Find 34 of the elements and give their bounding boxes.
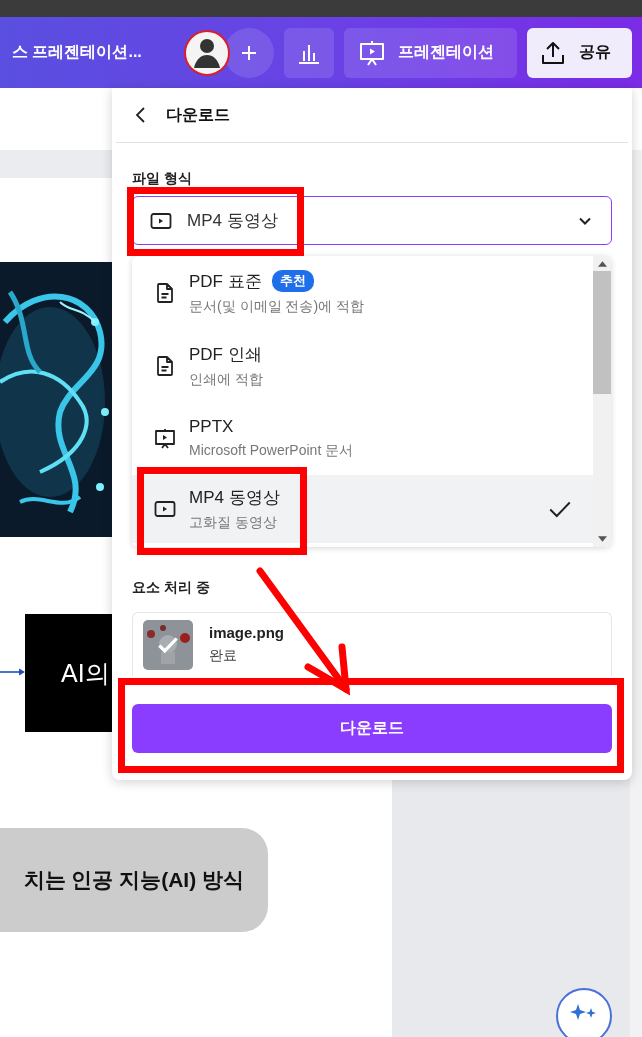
share-button[interactable]: 공유	[527, 27, 632, 78]
format-name: PPTX	[189, 417, 234, 437]
format-description: 문서(및 이메일 전송)에 적합	[189, 297, 365, 316]
document-title[interactable]: 스 프레젠테이션...	[12, 42, 180, 63]
arrow-line	[0, 667, 25, 677]
format-description: Microsoft PowerPoint 문서	[189, 442, 355, 460]
section-label: 요소 처리 중	[132, 579, 211, 597]
scroll-down-icon[interactable]	[597, 536, 607, 542]
present-button[interactable]: 프레젠테이션	[343, 27, 518, 78]
avatar[interactable]	[183, 29, 230, 76]
format-option[interactable]: MP4 동영상 고화질 동영상	[132, 475, 593, 543]
scroll-up-icon[interactable]	[597, 261, 607, 267]
format-name: PDF 인쇄	[189, 343, 262, 366]
format-description: 인쇄에 적합	[189, 370, 264, 389]
scrollbar[interactable]	[593, 256, 611, 547]
file-name: image.png	[209, 624, 284, 641]
format-name: MP4 동영상	[189, 487, 280, 509]
recommended-badge: 추천	[271, 270, 314, 292]
file-type-select[interactable]: MP4 동영상	[132, 196, 612, 245]
presentation-icon	[357, 38, 386, 67]
format-option[interactable]: PDF 인쇄 인쇄에 적합	[132, 329, 593, 402]
download-button[interactable]: 다운로드	[132, 704, 612, 753]
format-option[interactable]: PPTX Microsoft PowerPoint 문서	[132, 402, 593, 475]
scroll-thumb[interactable]	[593, 271, 611, 394]
file-status: 완료	[209, 647, 238, 665]
insights-button[interactable]	[283, 27, 334, 78]
format-description: 고화질 동영상	[189, 514, 278, 532]
box-text: AI의	[61, 657, 110, 689]
field-label: 파일 형식	[132, 170, 193, 188]
panel-title: 다운로드	[166, 104, 230, 125]
format-name: PDF 표준	[189, 270, 262, 293]
magic-button[interactable]	[556, 988, 612, 1037]
pill-text: 치는 인공 지능(AI) 방식	[23, 867, 244, 893]
format-option[interactable]: PDF 표준 추천 문서(및 이메일 전송)에 적합	[132, 256, 593, 329]
